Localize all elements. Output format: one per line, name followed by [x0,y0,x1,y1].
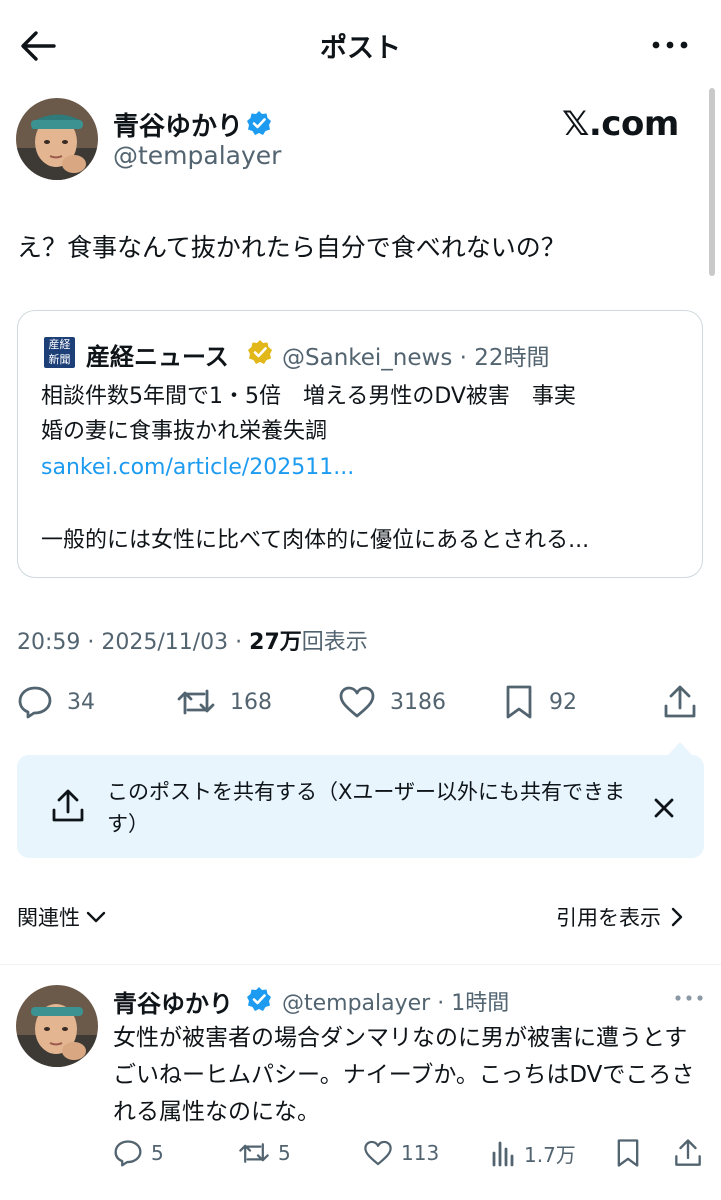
sankei-logo: 産経新聞 [44,337,75,368]
views-count: 27万 [249,630,302,655]
share-banner-pointer [668,742,692,755]
bookmark-icon [506,685,532,719]
upload-icon [52,789,84,822]
reply-reply-count: 5 [151,1141,164,1165]
source-badge: 𝕏.com [562,104,679,144]
reply-like-count: 113 [401,1141,440,1165]
reply-more-button[interactable] [672,990,706,1006]
more-button[interactable] [648,30,694,60]
reply-avatar[interactable] [16,985,98,1067]
post-meta: 20:59 · 2025/11/03 · 27万回表示 [17,624,368,656]
more-icon [675,995,703,1001]
share-icon [664,685,696,718]
reply-reply-button[interactable]: 5 [113,1138,164,1168]
like-icon [339,686,375,718]
repost-icon [177,689,215,715]
verified-icon [247,111,271,135]
sankei-logo-text: 産経新聞 [48,338,71,366]
post-text: え？食事なんて抜かれたら自分で食べれないの？ [17,233,566,262]
chevron-down-icon [86,911,106,923]
views-icon [492,1141,514,1167]
quote-time: · 22時間 [452,345,550,371]
reply-handle: @tempalayer · 1時間 [282,985,509,1017]
sort-label: 関連性 [17,906,80,930]
scrollbar[interactable] [709,88,715,276]
reply-author-name[interactable]: 青谷ゆかり [113,984,233,1019]
quote-text-line: 一般的には女性に比べて肉体的に優位にあるとされる... [41,528,590,553]
reply-like-button[interactable]: 113 [363,1138,439,1168]
chevron-right-icon [671,907,683,927]
reply-icon [18,686,52,719]
reply-handle-text: @tempalayer [282,991,431,1016]
bookmark-count: 92 [549,689,577,715]
reply-count: 34 [67,689,95,715]
repost-icon [239,1143,269,1163]
share-icon [675,1139,701,1166]
quote-handle-text: @Sankei_news [282,345,453,371]
divider [0,964,721,965]
bookmark-button[interactable]: 92 [503,684,577,720]
reply-views-button[interactable]: 1.7万 [490,1138,576,1168]
quote-author-name: 産経ニュース [86,343,229,371]
share-button[interactable] [662,684,712,720]
verified-gold-icon [248,340,272,364]
sort-relevance-button[interactable]: 関連性 [17,902,108,932]
reply-bookmark-button[interactable] [614,1138,650,1168]
reply-icon [114,1140,142,1167]
close-icon[interactable] [652,796,676,820]
quote-handle: @Sankei_news · 22時間 [282,338,550,372]
reply-share-button[interactable] [673,1138,711,1168]
views-label: 回表示 [301,630,368,655]
like-count: 3186 [390,689,446,715]
bookmark-icon [617,1139,639,1167]
page-title: ポスト [320,33,401,64]
reply-views-count: 1.7万 [524,1142,576,1167]
more-icon [652,41,688,49]
reply-time: · 1時間 [430,991,510,1016]
author-name[interactable]: 青谷ゆかり [113,106,243,143]
reply-text: 女性が被害者の場合ダンマリなのに男が被害に遭うとすごいねーヒムパシー。ナイーブか… [113,1025,695,1125]
quote-link[interactable]: sankei.com/article/202511... [41,450,681,485]
avatar[interactable] [16,98,98,180]
like-icon [364,1140,392,1166]
reply-button[interactable]: 34 [17,684,95,720]
author-handle[interactable]: @tempalayer [113,141,281,170]
like-button[interactable]: 3186 [338,684,446,720]
quote-text-line: 相談件数5年間で1・5倍 増える男性のDV被害 事実 [41,384,576,409]
author-name-text: 青谷ゆかり [113,112,244,142]
view-quotes-label: 引用を表示 [556,906,661,930]
reply-repost-count: 5 [278,1141,291,1165]
reply-repost-button[interactable]: 5 [238,1138,291,1168]
verified-icon [247,987,271,1011]
share-banner-text: このポストを共有する（Xユーザー以外にも共有できます） [107,780,625,836]
quote-text-line: 婚の妻に食事抜かれ栄養失調 [41,419,328,444]
repost-button[interactable]: 168 [176,684,272,720]
timestamp: 20:59 · 2025/11/03 · [17,630,250,655]
repost-count: 168 [230,689,272,715]
view-quotes-link[interactable]: 引用を表示 [556,902,687,932]
